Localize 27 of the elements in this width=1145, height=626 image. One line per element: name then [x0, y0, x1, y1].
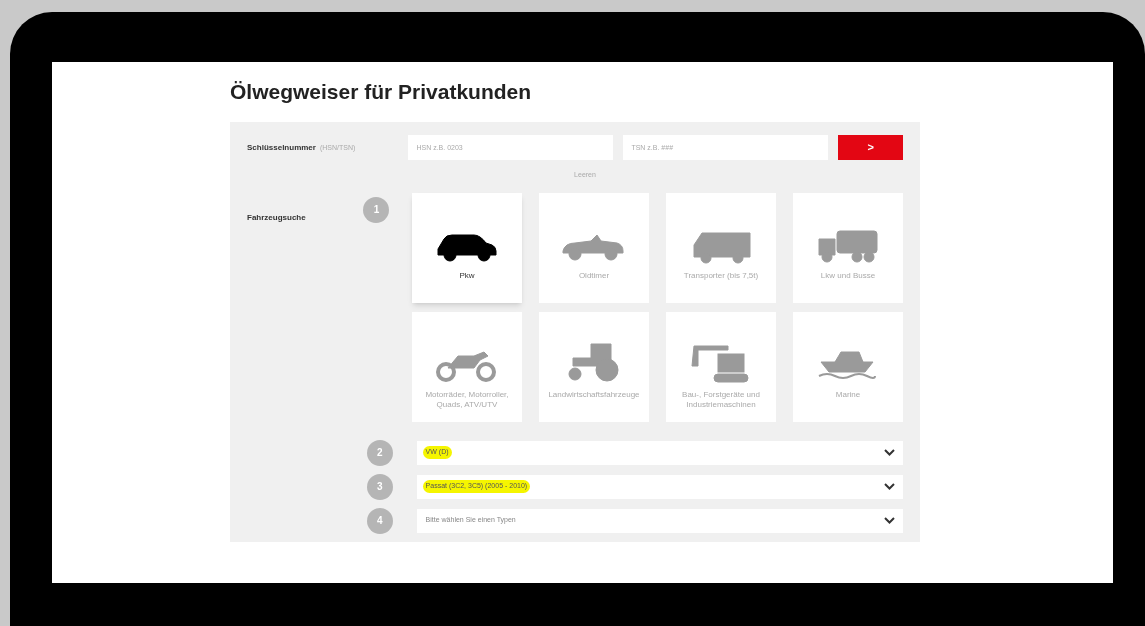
vehicle-category-card[interactable]: Bau-, Forstgeräte und Industriemaschinen	[666, 311, 776, 422]
step-number: 3	[367, 473, 393, 500]
vehicle-category-label: Transporter (bis 7,5t)	[682, 270, 760, 281]
vehicle-category-label: Landwirtschaftsfahrzeuge	[547, 389, 641, 400]
vehicle-category-label: Motorräder, Motorroller, Quads, ATV/UTV	[424, 389, 510, 410]
vehicle-category-card[interactable]: Landwirtschaftsfahrzeuge	[539, 311, 649, 422]
vehicle-category-label: Pkw	[458, 270, 476, 281]
chevron-down-icon	[884, 449, 895, 456]
vehicle-search-label: Fahrzeugsuche	[247, 212, 306, 222]
page-title: Ölwegweiser für Privatkunden	[230, 79, 533, 105]
submit-button[interactable]: >	[838, 135, 903, 160]
vehicle-category-card[interactable]: Marine	[793, 311, 903, 422]
vehicle-category-card[interactable]: Oldtimer	[539, 192, 649, 303]
step-number: 4	[367, 507, 393, 534]
vehicle-category-label: Bau-, Forstgeräte und Industriemaschinen	[681, 389, 761, 410]
chevron-down-icon	[884, 483, 895, 490]
vehicle-category-label: Marine	[834, 389, 862, 400]
chevron-down-icon	[884, 517, 895, 524]
vehicle-category-label: Lkw und Busse	[819, 270, 877, 281]
vehicle-category-card[interactable]: Motorräder, Motorroller, Quads, ATV/UTV	[412, 311, 522, 422]
vehicle-category-label: Oldtimer	[577, 270, 611, 281]
step-number: 1	[363, 196, 390, 223]
vehicle-category-card[interactable]: Pkw	[412, 192, 522, 303]
vehicle-category-card[interactable]: Lkw und Busse	[793, 192, 903, 303]
vehicle-category-card[interactable]: Transporter (bis 7,5t)	[666, 192, 776, 303]
key-number-label: Schlüsselnummer	[247, 141, 316, 154]
step-number: 2	[367, 439, 393, 466]
